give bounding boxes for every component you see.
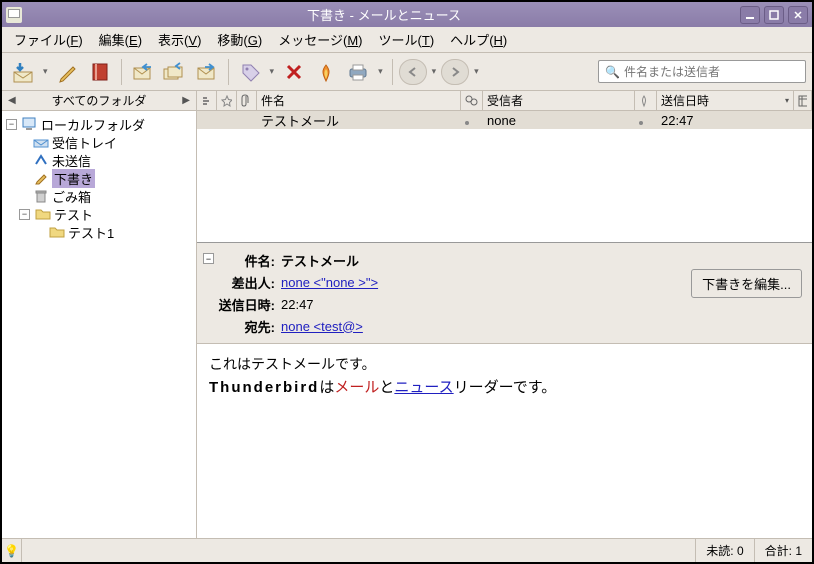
- col-subject[interactable]: 件名: [257, 91, 461, 110]
- col-read[interactable]: [461, 91, 483, 110]
- message-columns: 件名 受信者 送信日時▾: [197, 91, 812, 111]
- back-button[interactable]: [399, 59, 427, 85]
- junk-dot-icon: [639, 121, 643, 125]
- drafts-icon: [33, 171, 49, 185]
- maximize-button[interactable]: [764, 6, 784, 24]
- tree-local-folders[interactable]: − ローカルフォルダ: [4, 115, 194, 133]
- col-picker[interactable]: [794, 91, 812, 110]
- computer-icon: [22, 117, 38, 131]
- delete-button[interactable]: [279, 57, 309, 87]
- folder-icon: [49, 225, 65, 239]
- col-star[interactable]: [217, 91, 237, 110]
- header-from-link[interactable]: none <"none >">: [281, 275, 378, 290]
- toolbar: ▾ ▾ ▾ ▾ ▾ 🔍: [2, 53, 812, 91]
- menu-help[interactable]: ヘルプ(H): [442, 27, 515, 52]
- news-link[interactable]: ニュース: [394, 380, 453, 396]
- menubar: ファイル(F) 編集(E) 表示(V) 移動(G) メッセージ(M) ツール(T…: [2, 27, 812, 53]
- window-title: 下書き - メールとニュース: [28, 5, 740, 24]
- folder-icon: [35, 207, 51, 221]
- read-dot-icon: [465, 121, 469, 125]
- outbox-icon: [33, 153, 49, 167]
- print-button[interactable]: [343, 57, 373, 87]
- compose-button[interactable]: [53, 57, 83, 87]
- forward-nav-button[interactable]: [441, 59, 469, 85]
- tag-button[interactable]: [235, 57, 265, 87]
- close-button[interactable]: [788, 6, 808, 24]
- minimize-button[interactable]: [740, 6, 760, 24]
- tree-trash[interactable]: ごみ箱: [4, 187, 194, 205]
- message-header-pane: − 件名: テストメール 差出人: none <"none >"> 送信日時: …: [197, 243, 812, 344]
- print-dropdown[interactable]: ▾: [375, 66, 386, 77]
- folder-sidebar: ◀ すべてのフォルダ ▶ − ローカルフォルダ 受信トレイ: [2, 91, 197, 538]
- tree-unsent[interactable]: 未送信: [4, 151, 194, 169]
- message-body: これはテストメールです。 Thunderbirdはメールとニュースリーダーです。: [197, 344, 812, 538]
- get-mail-button[interactable]: [8, 57, 38, 87]
- menu-go[interactable]: 移動(G): [209, 27, 270, 52]
- header-to-label: 宛先:: [207, 317, 281, 336]
- app-icon: [6, 7, 22, 23]
- search-box[interactable]: 🔍: [598, 60, 806, 83]
- back-dropdown[interactable]: ▾: [429, 66, 440, 77]
- expand-toggle[interactable]: −: [6, 119, 17, 130]
- menu-edit[interactable]: 編集(E): [91, 27, 150, 52]
- expand-toggle[interactable]: −: [19, 209, 30, 220]
- col-recipient[interactable]: 受信者: [483, 91, 635, 110]
- sidebar-title: すべてのフォルダ: [52, 92, 147, 109]
- header-from-label: 差出人:: [207, 273, 281, 292]
- search-icon: 🔍: [605, 65, 620, 79]
- address-book-button[interactable]: [85, 57, 115, 87]
- tips-icon[interactable]: 💡: [2, 539, 22, 562]
- forward-button[interactable]: [192, 57, 222, 87]
- sidebar-header: ◀ すべてのフォルダ ▶: [2, 91, 196, 111]
- col-attach[interactable]: [237, 91, 257, 110]
- header-subject: テストメール: [281, 251, 802, 270]
- sidebar-prev[interactable]: ◀: [8, 95, 16, 106]
- menu-view[interactable]: 表示(V): [150, 27, 209, 52]
- folder-tree: − ローカルフォルダ 受信トレイ 未送信 下書き: [2, 111, 196, 538]
- search-input[interactable]: [624, 65, 799, 79]
- titlebar: 下書き - メールとニュース: [2, 2, 812, 27]
- status-total: 合計: 1: [755, 539, 812, 562]
- header-date-label: 送信日時:: [207, 295, 281, 314]
- header-date: 22:47: [281, 297, 802, 312]
- tree-test[interactable]: − テスト: [4, 205, 194, 223]
- col-thread[interactable]: [197, 91, 217, 110]
- reply-button[interactable]: [128, 57, 158, 87]
- trash-icon: [33, 189, 49, 203]
- edit-draft-button[interactable]: 下書きを編集...: [691, 269, 802, 298]
- message-row[interactable]: テストメール none 22:47: [197, 111, 812, 129]
- collapse-header-button[interactable]: −: [203, 253, 214, 264]
- inbox-icon: [33, 135, 49, 149]
- statusbar: 💡 未読: 0 合計: 1: [2, 538, 812, 562]
- menu-message[interactable]: メッセージ(M): [270, 27, 370, 52]
- get-mail-dropdown[interactable]: ▾: [40, 66, 51, 77]
- status-unread: 未読: 0: [696, 539, 754, 562]
- tag-dropdown[interactable]: ▾: [267, 66, 278, 77]
- tree-inbox[interactable]: 受信トレイ: [4, 133, 194, 151]
- menu-tools[interactable]: ツール(T): [371, 27, 443, 52]
- forward-nav-dropdown[interactable]: ▾: [471, 66, 482, 77]
- header-subject-label: 件名:: [207, 251, 281, 270]
- tree-drafts[interactable]: 下書き: [4, 169, 194, 187]
- sidebar-next[interactable]: ▶: [182, 95, 190, 106]
- menu-file[interactable]: ファイル(F): [6, 27, 91, 52]
- message-list[interactable]: テストメール none 22:47: [197, 111, 812, 243]
- col-junk[interactable]: [635, 91, 657, 110]
- junk-button[interactable]: [311, 57, 341, 87]
- col-date[interactable]: 送信日時▾: [657, 91, 794, 110]
- tree-test1[interactable]: テスト1: [4, 223, 194, 241]
- reply-all-button[interactable]: [160, 57, 190, 87]
- header-to-link[interactable]: none <test@>: [281, 319, 363, 334]
